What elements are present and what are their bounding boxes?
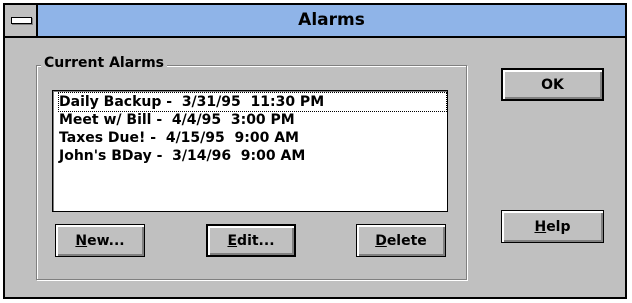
help-accelerator: H — [534, 218, 547, 235]
title-bar[interactable]: Alarms — [5, 5, 625, 38]
alarms-listbox[interactable]: Daily Backup - 3/31/95 11:30 PM Meet w/ … — [52, 90, 448, 212]
help-label-rest: elp — [546, 218, 571, 235]
alarms-dialog: Alarms Current Alarms Daily Backup - 3/3… — [3, 3, 627, 299]
ok-button-label: OK — [541, 76, 564, 93]
help-button-label: Help — [534, 219, 570, 235]
alarm-list-item[interactable]: John's BDay - 3/14/96 9:00 AM — [59, 147, 305, 165]
edit-button[interactable]: Edit... — [206, 224, 296, 257]
alarm-list-item[interactable]: Meet w/ Bill - 4/4/95 3:00 PM — [59, 111, 295, 129]
new-label-rest: ew... — [87, 232, 125, 249]
new-accelerator: N — [75, 232, 88, 249]
delete-button-label: Delete — [375, 233, 427, 249]
ok-button[interactable]: OK — [501, 68, 604, 101]
edit-accelerator: E — [227, 232, 238, 249]
system-menu-icon — [11, 17, 32, 24]
new-button[interactable]: New... — [55, 224, 145, 257]
window-title: Alarms — [298, 10, 365, 30]
delete-accelerator: D — [375, 232, 387, 249]
alarm-list-item[interactable]: Daily Backup - 3/31/95 11:30 PM — [58, 92, 447, 112]
edit-button-label: Edit... — [227, 233, 274, 249]
system-menu-button[interactable] — [5, 5, 38, 36]
new-button-label: New... — [75, 233, 124, 249]
edit-label-rest: dit... — [237, 232, 275, 249]
alarm-list-item[interactable]: Taxes Due! - 4/15/95 9:00 AM — [59, 129, 299, 147]
help-button[interactable]: Help — [501, 210, 604, 243]
delete-button[interactable]: Delete — [356, 224, 446, 257]
current-alarms-label: Current Alarms — [41, 55, 167, 71]
delete-label-rest: elete — [386, 232, 427, 249]
